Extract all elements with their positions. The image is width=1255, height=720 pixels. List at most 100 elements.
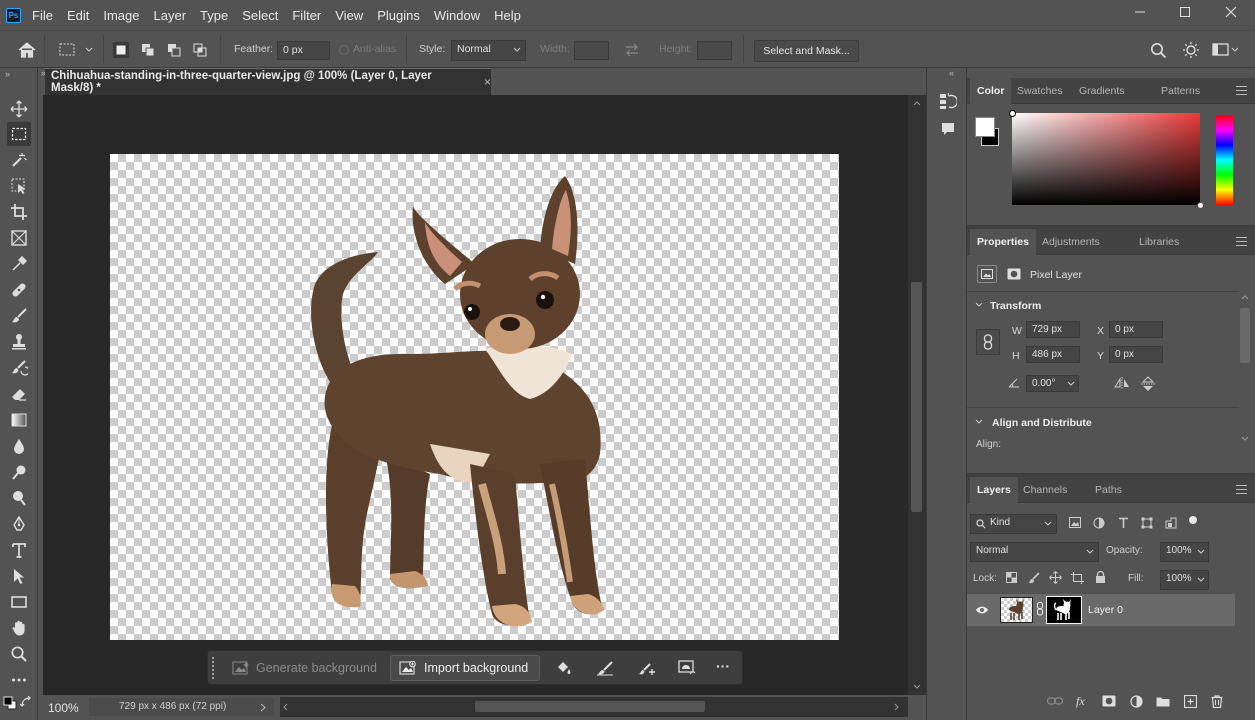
document-info[interactable]: 729 px x 486 px (72 ppi) bbox=[89, 698, 274, 716]
more-options-icon[interactable]: ··· bbox=[716, 658, 730, 674]
opacity-field[interactable]: 100% bbox=[1160, 542, 1209, 562]
path-selection-tool[interactable] bbox=[7, 564, 31, 588]
lock-image-pixels-button[interactable] bbox=[1028, 572, 1040, 584]
filter-pixel-button[interactable] bbox=[1069, 517, 1081, 528]
new-layer-button[interactable] bbox=[1184, 695, 1197, 708]
menu-select[interactable]: Select bbox=[242, 8, 278, 23]
add-to-selection-button[interactable] bbox=[140, 42, 156, 58]
properties-panel-menu-icon[interactable] bbox=[1236, 237, 1247, 246]
collapse-toolbar-icon[interactable]: » bbox=[5, 69, 10, 79]
chevron-down-icon[interactable] bbox=[975, 302, 983, 308]
history-brush-tool[interactable] bbox=[7, 356, 31, 380]
chevron-right-icon[interactable] bbox=[260, 703, 266, 712]
height-input[interactable] bbox=[697, 41, 732, 60]
layers-panel-menu-icon[interactable] bbox=[1236, 485, 1247, 494]
crop-tool[interactable] bbox=[7, 200, 31, 224]
import-background-button[interactable]: Import background bbox=[390, 655, 540, 681]
chevron-down-icon[interactable] bbox=[975, 419, 983, 425]
layer-name[interactable]: Layer 0 bbox=[1088, 604, 1123, 616]
add-to-mask-button[interactable] bbox=[638, 660, 656, 676]
zoom-level[interactable]: 100% bbox=[48, 701, 79, 715]
gradient-tool[interactable] bbox=[7, 408, 31, 432]
object-selection-tool[interactable] bbox=[7, 148, 31, 172]
rectangle-tool[interactable] bbox=[7, 590, 31, 614]
lock-transparent-pixels-button[interactable] bbox=[1006, 572, 1017, 583]
clone-stamp-tool[interactable] bbox=[7, 330, 31, 354]
path-pen-tool[interactable] bbox=[7, 512, 31, 536]
default-colors-button[interactable] bbox=[3, 696, 17, 710]
blend-mode-dropdown[interactable]: Normal bbox=[970, 542, 1099, 562]
history-panel-button[interactable] bbox=[938, 91, 958, 111]
edit-toolbar-button[interactable] bbox=[7, 668, 31, 692]
style-dropdown[interactable]: Normal bbox=[451, 40, 526, 61]
document-canvas[interactable] bbox=[110, 154, 839, 640]
menu-edit[interactable]: Edit bbox=[67, 8, 89, 23]
layer-visibility-toggle[interactable] bbox=[975, 605, 989, 615]
layer-mask-thumbnail[interactable] bbox=[1046, 596, 1082, 624]
tab-properties[interactable]: Properties bbox=[970, 229, 1036, 255]
lock-all-button[interactable] bbox=[1095, 571, 1106, 583]
horizontal-scrollbar[interactable] bbox=[280, 697, 908, 717]
tab-patterns[interactable]: Patterns bbox=[1154, 78, 1207, 104]
hand-tool[interactable] bbox=[7, 616, 31, 640]
foreground-color-swatch[interactable] bbox=[975, 117, 995, 137]
rectangular-marquee-tool[interactable] bbox=[7, 122, 31, 146]
maximize-button[interactable] bbox=[1162, 0, 1208, 24]
layer-filter-dropdown[interactable]: Kind bbox=[970, 514, 1057, 534]
zoom-tool[interactable] bbox=[7, 642, 31, 666]
height-field[interactable]: 486 px bbox=[1026, 346, 1080, 363]
swap-colors-button[interactable] bbox=[20, 696, 34, 710]
angle-field[interactable]: 0.00° bbox=[1026, 375, 1079, 392]
add-mask-button[interactable] bbox=[1102, 695, 1116, 707]
menu-image[interactable]: Image bbox=[103, 8, 139, 23]
menu-window[interactable]: Window bbox=[434, 8, 480, 23]
intersect-selection-button[interactable] bbox=[192, 42, 208, 58]
layer-mask-button[interactable] bbox=[1004, 265, 1024, 283]
tab-paths[interactable]: Paths bbox=[1088, 477, 1129, 503]
color-picker-handle[interactable] bbox=[1009, 110, 1016, 117]
link-layers-button[interactable] bbox=[1047, 696, 1063, 706]
filter-shape-button[interactable] bbox=[1141, 517, 1153, 529]
close-tab-icon[interactable]: × bbox=[484, 75, 491, 89]
width-input[interactable] bbox=[574, 41, 609, 60]
filter-adjustment-button[interactable] bbox=[1093, 517, 1105, 529]
discover-button[interactable] bbox=[1182, 41, 1200, 59]
y-field[interactable]: 0 px bbox=[1109, 346, 1163, 363]
fill-field[interactable]: 100% bbox=[1160, 570, 1209, 590]
vertical-scrollbar[interactable] bbox=[908, 95, 926, 695]
flip-vertical-button[interactable] bbox=[1141, 376, 1155, 392]
document-tab[interactable]: Chihuahua-standing-in-three-quarter-view… bbox=[45, 68, 491, 95]
width-field[interactable]: 729 px bbox=[1026, 321, 1080, 338]
invert-mask-button[interactable] bbox=[678, 660, 696, 676]
layer-thumbnail[interactable] bbox=[1000, 597, 1033, 623]
search-button[interactable] bbox=[1150, 42, 1167, 59]
minimize-button[interactable] bbox=[1117, 0, 1163, 24]
select-and-mask-button[interactable]: Select and Mask... bbox=[754, 40, 859, 62]
antialias-checkbox[interactable] bbox=[339, 45, 349, 55]
tab-libraries[interactable]: Libraries bbox=[1132, 229, 1186, 255]
lock-artboard-button[interactable] bbox=[1071, 572, 1084, 584]
pen-tool[interactable] bbox=[7, 486, 31, 510]
add-layer-style-button[interactable]: fx bbox=[1076, 694, 1085, 709]
move-tool[interactable] bbox=[7, 97, 31, 121]
menu-plugins[interactable]: Plugins bbox=[377, 8, 420, 23]
properties-scrollbar[interactable] bbox=[1238, 292, 1252, 447]
delete-layer-button[interactable] bbox=[1211, 695, 1223, 708]
fill-button[interactable] bbox=[555, 660, 571, 676]
tab-channels[interactable]: Channels bbox=[1016, 477, 1074, 503]
tab-color[interactable]: Color bbox=[970, 78, 1012, 104]
menu-filter[interactable]: Filter bbox=[292, 8, 321, 23]
menu-type[interactable]: Type bbox=[200, 8, 228, 23]
filter-type-button[interactable] bbox=[1118, 517, 1129, 529]
type-tool[interactable] bbox=[7, 538, 31, 562]
tab-layers[interactable]: Layers bbox=[970, 477, 1018, 503]
feather-input[interactable]: 0 px bbox=[277, 41, 330, 60]
generate-background-button[interactable]: Generate background bbox=[224, 655, 381, 681]
new-adjustment-layer-button[interactable] bbox=[1130, 695, 1143, 708]
comments-panel-button[interactable] bbox=[938, 119, 958, 139]
color-panel-menu-icon[interactable] bbox=[1236, 86, 1247, 95]
subtract-from-selection-button[interactable] bbox=[166, 42, 182, 58]
menu-file[interactable]: File bbox=[32, 8, 53, 23]
eraser-tool[interactable] bbox=[7, 382, 31, 406]
properties-scroll-thumb[interactable] bbox=[1240, 308, 1250, 363]
